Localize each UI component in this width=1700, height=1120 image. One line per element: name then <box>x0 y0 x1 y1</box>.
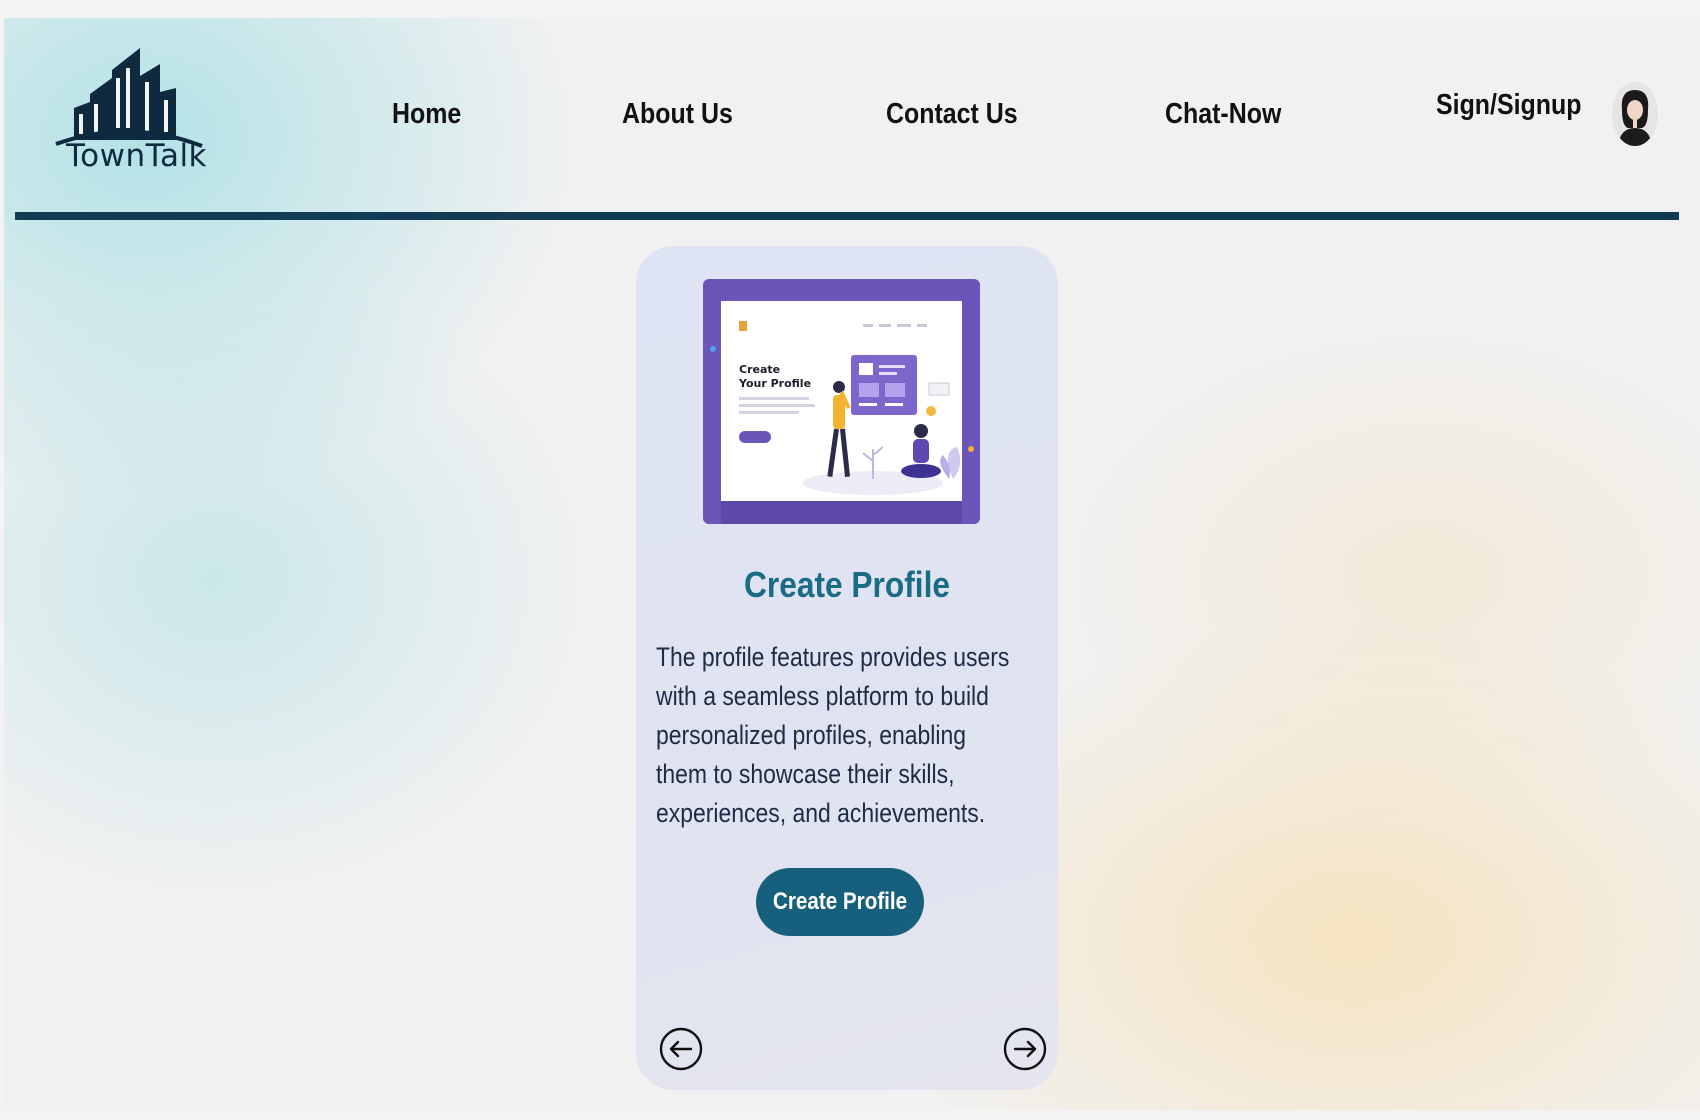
create-profile-button-label: Create Profile <box>772 888 908 915</box>
avatar-portrait-icon <box>1612 82 1658 146</box>
card-title: Create Profile <box>743 564 951 605</box>
illustration-heading-line1: Create <box>739 363 780 376</box>
nav-about-us[interactable]: About Us <box>622 98 733 131</box>
create-profile-illustration: Create Your Profile <box>703 279 980 524</box>
feature-card: Create Your Profile Create Profile The p… <box>636 246 1058 1090</box>
arrow-right-circle-icon[interactable] <box>1002 1026 1048 1072</box>
card-description: The profile features provides users with… <box>656 642 1010 828</box>
arrow-left-circle-icon[interactable] <box>658 1026 704 1072</box>
user-avatar[interactable] <box>1612 82 1658 146</box>
create-profile-button[interactable]: Create Profile <box>756 868 924 936</box>
nav-home[interactable]: Home <box>392 98 461 131</box>
nav-contact-us[interactable]: Contact Us <box>886 98 1018 131</box>
header-divider <box>15 212 1679 220</box>
nav-sign-signup[interactable]: Sign/Signup <box>1436 89 1581 122</box>
illustration-heading-line2: Your Profile <box>738 377 811 390</box>
brand-name: TownTalk <box>66 138 208 174</box>
nav-chat-now[interactable]: Chat-Now <box>1165 98 1281 131</box>
